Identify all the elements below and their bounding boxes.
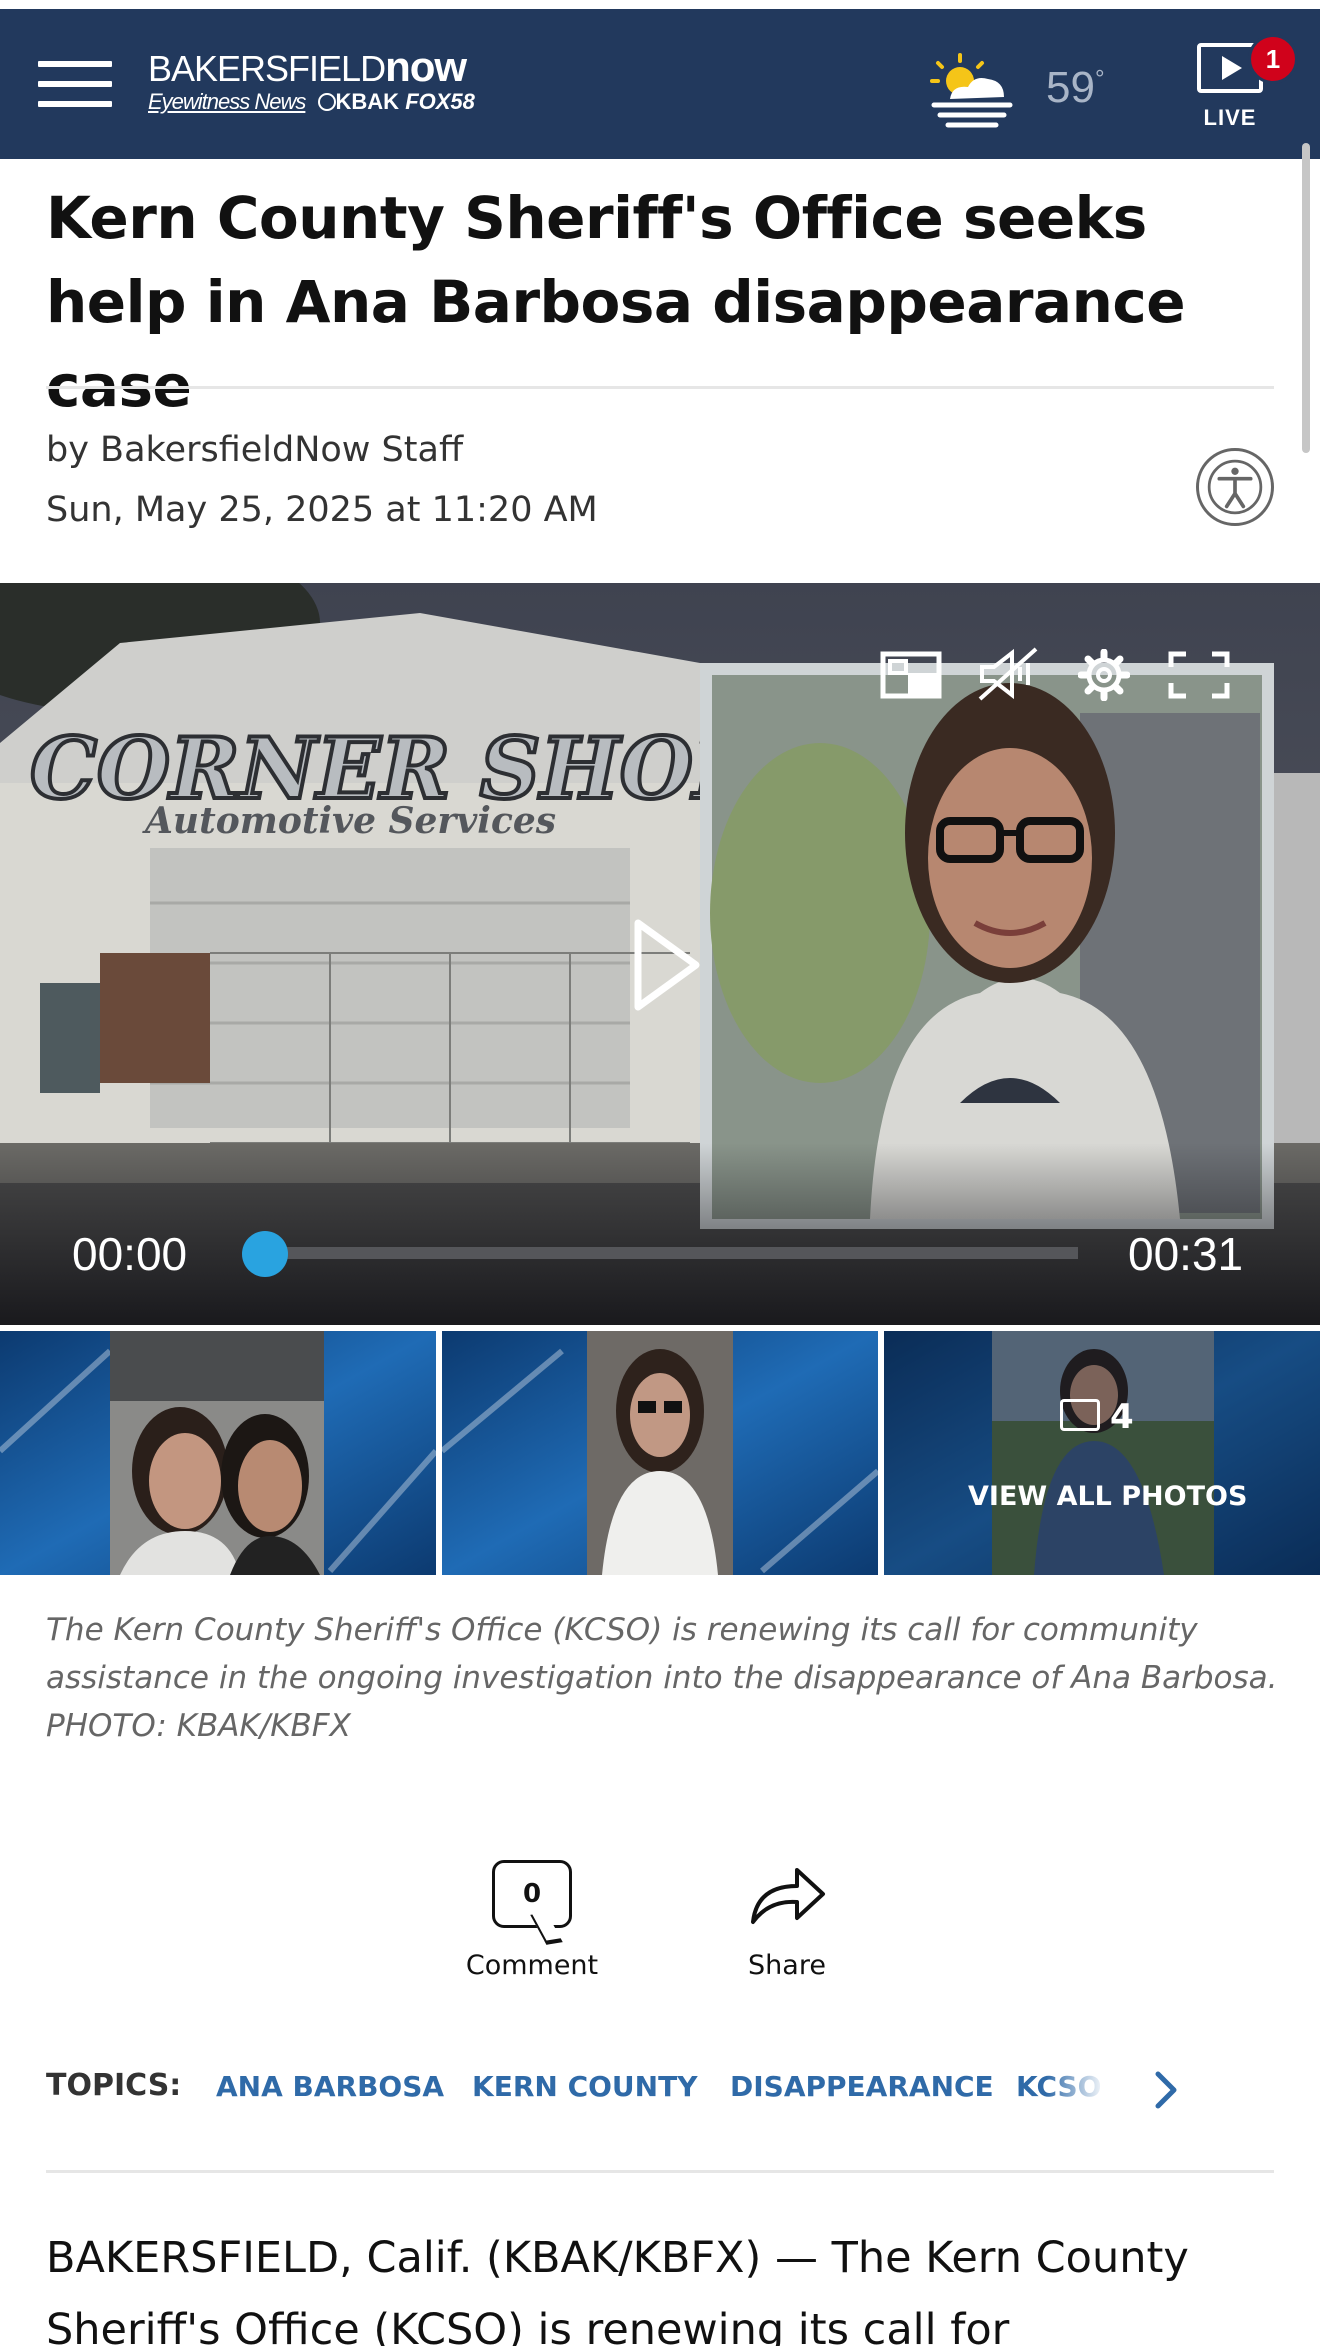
- play-icon[interactable]: [632, 917, 702, 1013]
- site-header: BAKERSFIELDnow Eyewitness News KBAK FOX5…: [0, 9, 1320, 159]
- topic-link[interactable]: ANA BARBOSA: [216, 2070, 444, 2103]
- logo-wordmark-light: BAKERSFIELD: [148, 48, 386, 89]
- article-title: Kern County Sheriff's Office seeks help …: [46, 184, 1186, 420]
- logo-wordmark-bold: now: [385, 43, 467, 90]
- time-current: 00:00: [72, 1228, 188, 1280]
- topics-fade: [1046, 2068, 1106, 2112]
- status-bar-strip: [0, 0, 1320, 9]
- topic-link[interactable]: DISAPPEARANCE: [730, 2070, 994, 2103]
- mute-icon[interactable]: [978, 647, 1038, 701]
- temperature[interactable]: 59°: [1046, 63, 1105, 113]
- comment-count: 0: [522, 1879, 542, 1909]
- shop-sign-subtext: Automotive Services: [142, 800, 556, 842]
- gallery-count: 4: [1060, 1397, 1134, 1437]
- topics-bar: TOPICS: ANA BARBOSA KERN COUNTY DISAPPEA…: [46, 2068, 1286, 2112]
- temperature-value: 59: [1046, 63, 1095, 112]
- live-label: LIVE: [1203, 105, 1257, 130]
- comment-icon: 0: [492, 1860, 572, 1928]
- fullscreen-icon[interactable]: [1168, 651, 1230, 699]
- logo-fox: FOX58: [405, 89, 475, 114]
- gallery-view-all[interactable]: 4 VIEW ALL PHOTOS: [884, 1331, 1320, 1575]
- article-body-paragraph: BAKERSFIELD, Calif. (KBAK/KBFX) — The Ke…: [46, 2233, 1189, 2346]
- topic-link[interactable]: KERN COUNTY: [472, 2070, 697, 2103]
- gallery-thumb-2[interactable]: [442, 1331, 878, 1575]
- share-button[interactable]: Share: [728, 1860, 846, 1981]
- live-notification-badge: 1: [1248, 34, 1298, 84]
- image-icon: [1060, 1398, 1100, 1431]
- site-logo[interactable]: BAKERSFIELDnow Eyewitness News KBAK FOX5…: [148, 46, 475, 115]
- topics-label: TOPICS:: [46, 2068, 182, 2103]
- article-date: Sun, May 25, 2025 at 11:20 AM: [46, 490, 598, 530]
- video-player[interactable]: CORNER SHOP Automotive Services 00:00 00…: [0, 583, 1320, 1325]
- title-divider: [46, 386, 1274, 389]
- progress-handle[interactable]: [242, 1231, 288, 1277]
- partly-cloudy-icon[interactable]: [924, 49, 1020, 129]
- gallery-count-value: 4: [1110, 1397, 1134, 1437]
- photo-caption: The Kern County Sheriff's Office (KCSO) …: [46, 1612, 1278, 1744]
- share-icon: [751, 1868, 825, 1924]
- article-byline: by BakersfieldNow Staff: [46, 430, 464, 470]
- page-scrollbar[interactable]: [1302, 143, 1310, 453]
- temperature-unit: °: [1094, 65, 1105, 93]
- progress-track[interactable]: [248, 1247, 1078, 1259]
- photo-gallery: 4 VIEW ALL PHOTOS: [0, 1331, 1320, 1575]
- logo-eyewitness: Eyewitness News: [148, 89, 306, 114]
- accessibility-icon[interactable]: [1196, 448, 1274, 526]
- gallery-thumb-1[interactable]: [0, 1331, 436, 1575]
- live-button[interactable]: LIVE 1: [1190, 34, 1298, 143]
- view-all-photos-label: VIEW ALL PHOTOS: [968, 1481, 1248, 1512]
- chevron-right-icon[interactable]: [1146, 2068, 1186, 2112]
- comment-label: Comment: [465, 1950, 599, 1981]
- settings-icon[interactable]: [1078, 649, 1130, 701]
- comment-button[interactable]: 0 Comment: [462, 1860, 602, 1981]
- time-total: 00:31: [1128, 1228, 1244, 1280]
- cbs-eye-icon: [317, 93, 336, 111]
- logo-kbak: KBAK: [335, 89, 400, 114]
- topics-divider: [46, 2170, 1274, 2173]
- picture-in-picture-icon[interactable]: [880, 651, 942, 699]
- menu-icon[interactable]: [38, 61, 112, 111]
- share-label: Share: [748, 1950, 826, 1981]
